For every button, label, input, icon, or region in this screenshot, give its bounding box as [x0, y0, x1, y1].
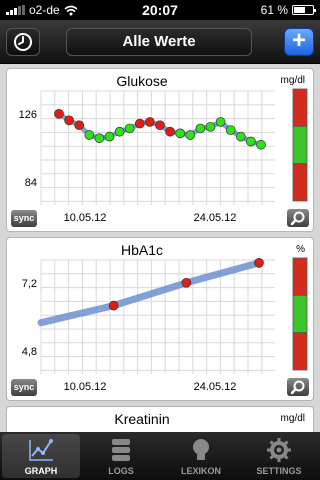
- y-tick-label: 126: [19, 109, 37, 121]
- unit-label: mg/dl: [280, 75, 305, 86]
- chart-card-glukose[interactable]: 126 84 10.05.12 24.05.12 Glukose mg/dl sync: [6, 68, 314, 232]
- tab-label: SETTINGS: [256, 466, 302, 476]
- data-point: [225, 125, 236, 135]
- y-tick-label: 84: [25, 177, 37, 189]
- x-tick-label: 10.05.12: [64, 212, 107, 224]
- data-point: [114, 126, 125, 137]
- sync-button[interactable]: sync: [11, 210, 37, 227]
- x-tick-label: 24.05.12: [194, 212, 237, 224]
- data-point: [254, 258, 264, 268]
- tab-graph[interactable]: GRAPH: [2, 434, 80, 478]
- x-tick-label: 10.05.12: [64, 381, 107, 393]
- battery-icon: [292, 5, 316, 15]
- data-point: [256, 139, 266, 150]
- clock-button[interactable]: [6, 28, 40, 56]
- tab-lexikon[interactable]: LEXIKON: [162, 434, 240, 478]
- grid: [40, 90, 275, 205]
- chart-card-hba1c[interactable]: 7,2 4,8 10.05.12 24.05.12 HbA1c % sync: [6, 237, 314, 401]
- magnifier-icon: [290, 380, 305, 395]
- data-point: [84, 130, 95, 140]
- zoom-button[interactable]: [287, 209, 309, 227]
- battery-fill: [294, 7, 305, 13]
- sync-button[interactable]: sync: [11, 379, 37, 396]
- chart-list[interactable]: 126 84 10.05.12 24.05.12 Glukose mg/dl sync…: [0, 64, 320, 432]
- nav-bar: Alle Werte +: [0, 20, 320, 64]
- gear-icon: [267, 438, 291, 462]
- bulb-icon: [193, 439, 209, 460]
- series-line: [37, 259, 263, 327]
- data-point: [94, 133, 105, 144]
- graph-icon: [29, 439, 53, 461]
- data-point: [195, 123, 206, 134]
- chart-title: Glukose: [116, 73, 168, 89]
- battery-percent: 61 %: [260, 3, 288, 17]
- tab-bar: GRAPH LOGS LEXIKON SETTINGS: [0, 432, 320, 480]
- unit-label: mg/dl: [280, 413, 305, 424]
- data-point: [64, 115, 74, 126]
- data-point: [175, 128, 186, 139]
- range-high: [292, 88, 308, 127]
- data-point: [74, 120, 85, 131]
- data-point: [104, 131, 115, 142]
- data-point: [235, 131, 246, 142]
- range-normal: [292, 294, 308, 334]
- clock-icon: [14, 33, 32, 51]
- tab-label: GRAPH: [24, 466, 58, 476]
- range-low: [292, 332, 308, 371]
- tab-logs[interactable]: LOGS: [82, 434, 160, 478]
- data-point: [145, 117, 155, 127]
- status-bar: o2-de 20:07 61 %: [0, 0, 320, 20]
- range-normal: [292, 125, 308, 165]
- data-point: [165, 126, 175, 137]
- data-point: [215, 117, 226, 127]
- y-tick-label: 4,8: [22, 346, 37, 358]
- unit-label: %: [296, 244, 305, 255]
- hba1c-chart: 7,2 4,8 10.05.12 24.05.12: [22, 257, 308, 393]
- chart-card-kreatinin[interactable]: Kreatinin mg/dl: [6, 406, 314, 432]
- chart-title: HbA1c: [120, 242, 164, 258]
- status-right: 61 %: [260, 3, 316, 17]
- add-button[interactable]: +: [284, 28, 314, 56]
- glukose-chart: 126 84 10.05.12 24.05.12: [19, 88, 308, 224]
- y-tick-label: 7,2: [22, 278, 37, 290]
- data-point: [124, 123, 135, 134]
- data-point: [54, 108, 64, 119]
- x-tick-label: 24.05.12: [194, 381, 237, 393]
- data-point: [246, 136, 256, 147]
- magnifier-icon: [290, 211, 305, 226]
- range-high: [292, 257, 308, 296]
- tab-label: LOGS: [108, 466, 134, 476]
- data-point: [205, 121, 216, 132]
- zoom-button[interactable]: [287, 378, 309, 396]
- plus-icon: +: [291, 27, 306, 54]
- tab-settings[interactable]: SETTINGS: [240, 434, 318, 478]
- data-point: [134, 118, 145, 129]
- tab-label: LEXIKON: [180, 466, 221, 476]
- chart-title: Kreatinin: [114, 411, 170, 427]
- nav-title[interactable]: Alle Werte: [66, 28, 252, 56]
- data-point: [181, 277, 192, 288]
- data-point: [155, 120, 165, 131]
- logs-icon: [112, 439, 130, 461]
- data-point: [185, 130, 196, 140]
- range-low: [292, 163, 308, 202]
- data-point: [108, 300, 119, 311]
